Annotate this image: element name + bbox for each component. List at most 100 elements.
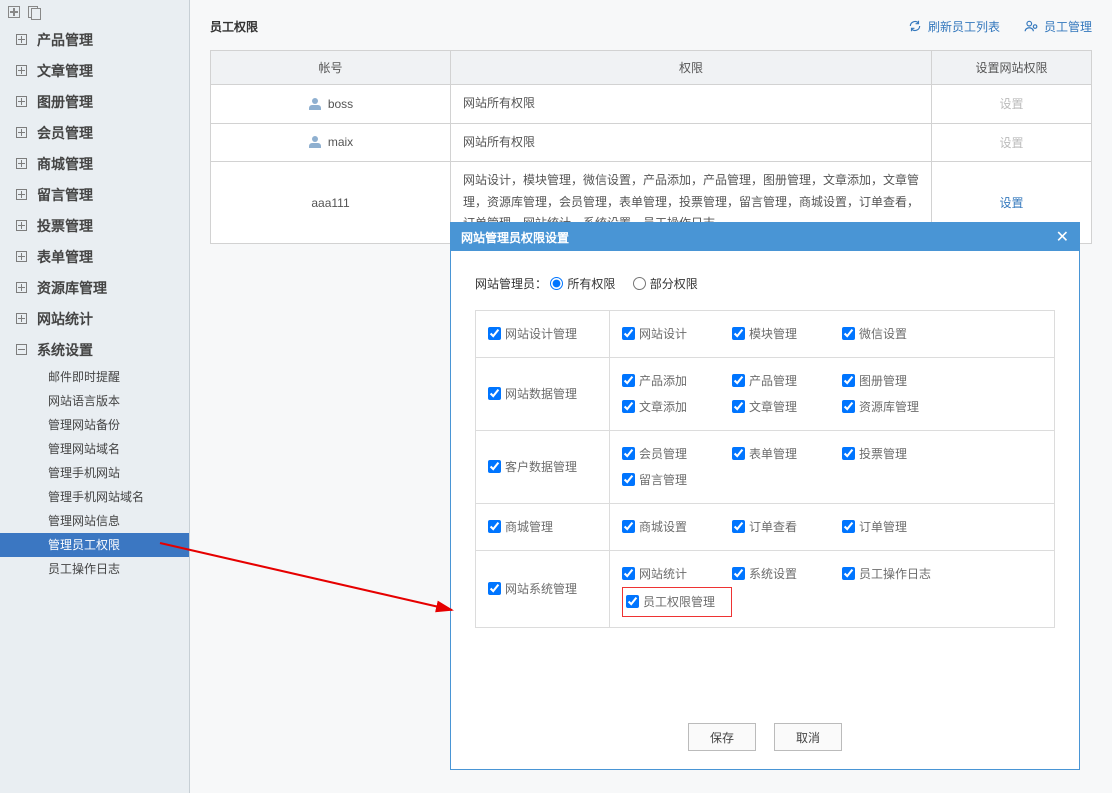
sidebar-item-0[interactable]: 产品管理 [0, 24, 189, 55]
permission-modal: 网站管理员权限设置 ✕ 网站管理员： 所有权限 部分权限 网站设计管理网站设计模… [450, 222, 1080, 770]
perm-item-checkbox[interactable] [622, 473, 635, 486]
sidebar-toolbar [0, 0, 189, 24]
cell-set: 设置 [932, 85, 1092, 124]
collapse-all-icon[interactable] [8, 6, 20, 18]
perm-category: 网站设计管理 [476, 311, 610, 358]
perm-item-checkbox[interactable] [732, 400, 745, 413]
perm-item-checkbox[interactable] [842, 567, 855, 580]
page-header: 员工权限 刷新员工列表 员工管理 [210, 10, 1092, 42]
perm-item[interactable]: 订单查看 [732, 514, 842, 540]
sidebar-item-4[interactable]: 商城管理 [0, 148, 189, 179]
sidebar-subitem-10-7[interactable]: 管理员工权限 [0, 533, 189, 557]
sidebar-item-2[interactable]: 图册管理 [0, 86, 189, 117]
sidebar-item-3[interactable]: 会员管理 [0, 117, 189, 148]
perm-item-checkbox[interactable] [622, 327, 635, 340]
sidebar-subitem-10-6[interactable]: 管理网站信息 [0, 509, 189, 533]
sidebar-item-8[interactable]: 资源库管理 [0, 272, 189, 303]
perm-item[interactable]: 商城设置 [622, 514, 732, 540]
perm-item[interactable]: 产品添加 [622, 368, 732, 394]
sidebar-subitem-10-3[interactable]: 管理网站域名 [0, 437, 189, 461]
perm-item[interactable]: 员工操作日志 [842, 561, 952, 587]
perm-item-checkbox[interactable] [842, 327, 855, 340]
perm-item-checkbox[interactable] [622, 520, 635, 533]
perm-category-checkbox[interactable] [488, 520, 501, 533]
perm-category-checkbox[interactable] [488, 582, 501, 595]
sidebar-item-9[interactable]: 网站统计 [0, 303, 189, 334]
opt-partial-permissions[interactable]: 部分权限 [633, 277, 698, 291]
perm-item[interactable]: 投票管理 [842, 441, 952, 467]
perm-item-checkbox[interactable] [842, 400, 855, 413]
expand-icon[interactable] [16, 189, 27, 200]
sidebar-subitem-10-0[interactable]: 邮件即时提醒 [0, 365, 189, 389]
perm-item-checkbox[interactable] [732, 447, 745, 460]
expand-icon[interactable] [16, 282, 27, 293]
perm-item[interactable]: 表单管理 [732, 441, 842, 467]
save-button[interactable]: 保存 [688, 723, 756, 751]
admin-scope-row: 网站管理员： 所有权限 部分权限 [475, 275, 1055, 292]
perm-item-checkbox[interactable] [842, 520, 855, 533]
perm-items: 会员管理表单管理投票管理留言管理 [610, 431, 1055, 504]
toggle-view-icon[interactable] [28, 6, 40, 18]
perm-item[interactable]: 留言管理 [622, 467, 732, 493]
perm-item-checkbox[interactable] [732, 374, 745, 387]
perm-item[interactable]: 订单管理 [842, 514, 952, 540]
sidebar-subitem-10-4[interactable]: 管理手机网站 [0, 461, 189, 485]
perm-item[interactable]: 模块管理 [732, 321, 842, 347]
perm-category-checkbox[interactable] [488, 327, 501, 340]
sidebar-item-label: 会员管理 [37, 123, 93, 143]
sidebar-subitem-10-5[interactable]: 管理手机网站域名 [0, 485, 189, 509]
sidebar-subitem-10-2[interactable]: 管理网站备份 [0, 413, 189, 437]
sidebar-item-5[interactable]: 留言管理 [0, 179, 189, 210]
perm-item-checkbox[interactable] [732, 520, 745, 533]
close-icon[interactable]: ✕ [1056, 227, 1069, 247]
cancel-button[interactable]: 取消 [774, 723, 842, 751]
sidebar-subitem-10-8[interactable]: 员工操作日志 [0, 557, 189, 581]
perm-item[interactable]: 产品管理 [732, 368, 842, 394]
sidebar-item-10[interactable]: 系统设置 [0, 334, 189, 365]
expand-icon[interactable] [16, 34, 27, 45]
expand-icon[interactable] [16, 96, 27, 107]
perm-item-checkbox[interactable] [622, 567, 635, 580]
staff-manage-action[interactable]: 员工管理 [1024, 18, 1092, 35]
expand-icon[interactable] [16, 65, 27, 76]
sidebar-item-1[interactable]: 文章管理 [0, 55, 189, 86]
page-actions: 刷新员工列表 员工管理 [908, 18, 1092, 35]
perm-item[interactable]: 会员管理 [622, 441, 732, 467]
perm-item-checkbox[interactable] [622, 447, 635, 460]
perm-item[interactable]: 系统设置 [732, 561, 842, 587]
admin-label: 网站管理员： [475, 277, 547, 291]
cell-perm: 网站所有权限 [451, 85, 932, 124]
perm-category-checkbox[interactable] [488, 387, 501, 400]
person-icon [308, 136, 322, 148]
perm-item-checkbox[interactable] [622, 374, 635, 387]
perm-item-checkbox[interactable] [732, 567, 745, 580]
perm-item-checkbox[interactable] [842, 374, 855, 387]
perm-item[interactable]: 网站统计 [622, 561, 732, 587]
perm-item[interactable]: 资源库管理 [842, 394, 952, 420]
expand-icon[interactable] [16, 220, 27, 231]
main-menu: 产品管理文章管理图册管理会员管理商城管理留言管理投票管理表单管理资源库管理网站统… [0, 24, 189, 581]
opt-all-permissions[interactable]: 所有权限 [550, 277, 615, 291]
perm-item[interactable]: 文章添加 [622, 394, 732, 420]
sidebar-subitem-10-1[interactable]: 网站语言版本 [0, 389, 189, 413]
expand-icon[interactable] [16, 158, 27, 169]
perm-item[interactable]: 员工权限管理 [622, 587, 732, 617]
expand-icon[interactable] [16, 251, 27, 262]
expand-icon[interactable] [16, 313, 27, 324]
perm-item[interactable]: 图册管理 [842, 368, 952, 394]
perm-item-checkbox[interactable] [622, 400, 635, 413]
sidebar-item-6[interactable]: 投票管理 [0, 210, 189, 241]
sidebar-item-label: 图册管理 [37, 92, 93, 112]
refresh-staff-list-action[interactable]: 刷新员工列表 [908, 18, 1000, 35]
sidebar-item-7[interactable]: 表单管理 [0, 241, 189, 272]
perm-category: 商城管理 [476, 504, 610, 551]
expand-icon[interactable] [16, 127, 27, 138]
collapse-icon[interactable] [16, 344, 27, 355]
perm-item[interactable]: 文章管理 [732, 394, 842, 420]
perm-item[interactable]: 网站设计 [622, 321, 732, 347]
perm-item-checkbox[interactable] [732, 327, 745, 340]
perm-item-checkbox[interactable] [626, 595, 639, 608]
perm-item[interactable]: 微信设置 [842, 321, 952, 347]
perm-item-checkbox[interactable] [842, 447, 855, 460]
perm-category-checkbox[interactable] [488, 460, 501, 473]
